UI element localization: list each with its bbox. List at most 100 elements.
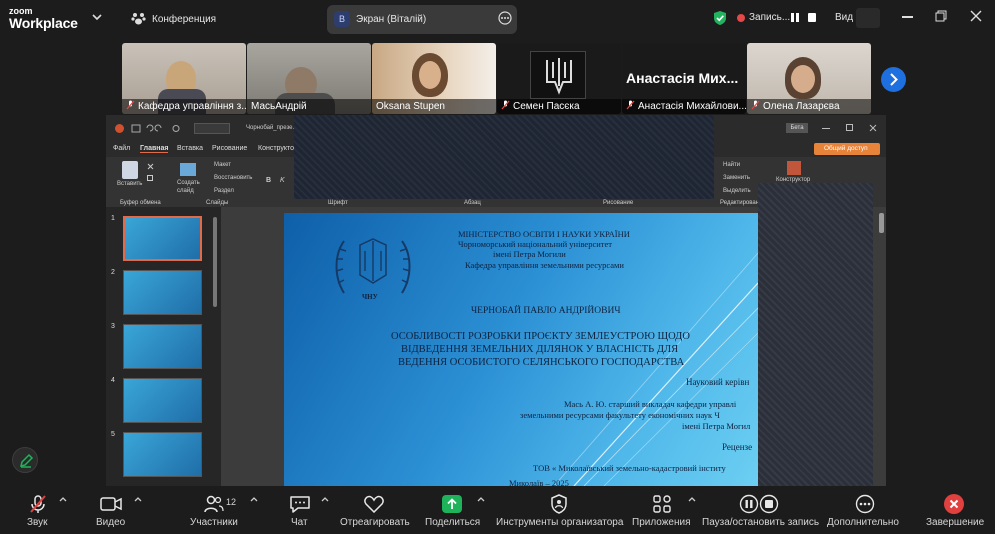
copy-icon[interactable]	[147, 175, 153, 181]
meeting-title[interactable]: Конференция	[152, 14, 216, 25]
thumbnail-scrollbar[interactable]	[213, 217, 217, 307]
current-slide[interactable]: ЧНУ МІНІСТЕРСТВО ОСВІТИ І НАУКИ УКРАЇНИ …	[284, 213, 758, 486]
replace-button[interactable]: Заменить	[723, 175, 750, 181]
select-button[interactable]: Выделить	[723, 188, 751, 194]
section-button[interactable]: Раздел	[214, 188, 234, 194]
screen-overlay-right-patch	[758, 183, 873, 486]
designer-icon[interactable]	[787, 161, 801, 175]
slide-number: 1	[111, 215, 115, 222]
layout-button[interactable]: Макет	[214, 162, 231, 168]
topic-line-2: ВІДВЕДЕННЯ ЗЕМЕЛЬНИХ ДІЛЯНОК У ВЛАСНІСТЬ…	[401, 344, 679, 355]
next-participants-chevron-icon[interactable]	[881, 67, 906, 92]
slide-scrollbar[interactable]	[879, 213, 884, 233]
chat-button[interactable]: Чат	[286, 486, 314, 534]
window-close-icon[interactable]	[970, 10, 982, 22]
chat-options-caret-icon[interactable]	[321, 495, 329, 503]
participant-name-label: Анастасія Михайлови...	[622, 99, 746, 114]
recording-label: Запись...	[749, 12, 791, 23]
video-button[interactable]: Видео	[92, 486, 132, 534]
ppt-file-title: Чорнобай_презе...	[246, 125, 298, 131]
chat-bubble-icon	[289, 494, 311, 514]
window-minimize-icon[interactable]	[902, 16, 913, 18]
ministry-line: МІНІСТЕРСТВО ОСВІТИ І НАУКИ УКРАЇНИ	[458, 229, 630, 239]
bold-button[interactable]: B	[266, 177, 271, 184]
participant-tile[interactable]: Олена Лазарєва	[747, 43, 871, 114]
powerpoint-logo-icon	[115, 124, 124, 133]
slide-thumbnail[interactable]	[123, 270, 202, 315]
apps-options-caret-icon[interactable]	[688, 495, 696, 503]
participants-icon	[204, 495, 224, 513]
host-tools-label: Инструменты организатора	[496, 517, 624, 528]
reactions-button[interactable]: Отреагировать	[340, 486, 410, 534]
new-slide-button-label[interactable]: Создать слайд	[177, 179, 203, 195]
reset-button[interactable]: Восстановить	[214, 175, 252, 181]
participant-tile[interactable]: МасьАндрій	[247, 43, 371, 114]
view-grid-icon[interactable]	[856, 8, 880, 28]
pause-stop-recording-label: Пауза/остановить запись	[702, 517, 820, 528]
apps-button[interactable]: Приложения	[630, 486, 694, 534]
topic-line-1: ОСОБЛИВОСТІ РОЗРОБКИ ПРОЄКТУ ЗЕМЛЕУСТРОЮ…	[391, 331, 690, 342]
view-menu[interactable]: Вид	[835, 12, 853, 23]
ppt-restore-icon[interactable]	[846, 124, 853, 131]
participants-options-caret-icon[interactable]	[250, 495, 258, 503]
participant-tile[interactable]: Анастасія Мих... Анастасія Михайлови...	[622, 43, 746, 114]
tab-insert[interactable]: Вставка	[177, 145, 203, 152]
quick-access-toolbar[interactable]	[131, 123, 191, 134]
font-size-box[interactable]	[194, 123, 230, 134]
clipboard-group-label: Буфер обмена	[120, 200, 161, 206]
participant-name-label: Олена Лазарєва	[747, 99, 871, 114]
participants-button[interactable]: 12 Участники	[188, 486, 240, 534]
cut-icon[interactable]	[147, 163, 154, 170]
participant-tile[interactable]: Семен Пасєка	[497, 43, 621, 114]
video-label: Видео	[96, 517, 126, 528]
ppt-minimize-icon[interactable]	[822, 128, 830, 129]
participant-tile[interactable]: Oksana Stupen	[372, 43, 496, 114]
share-options-caret-icon[interactable]	[477, 495, 485, 503]
tab-file[interactable]: Файл	[113, 145, 130, 152]
recording-pause-icon[interactable]	[790, 12, 800, 23]
new-slide-icon[interactable]	[180, 163, 196, 176]
stop-recording-icon	[759, 494, 779, 514]
pause-stop-recording-button[interactable]: Пауза/остановить запись	[702, 486, 820, 534]
city-year: Миколаїв – 2025	[509, 478, 569, 486]
host-tools-button[interactable]: Инструменты организатора	[496, 486, 624, 534]
slide-thumbnail[interactable]	[123, 324, 202, 369]
window-restore-icon[interactable]	[935, 10, 947, 22]
tab-draw[interactable]: Рисование	[212, 145, 247, 152]
more-button[interactable]: Дополнительно	[826, 486, 902, 534]
paste-icon[interactable]	[122, 161, 138, 179]
annotate-pencil-icon[interactable]	[12, 447, 38, 473]
mic-muted-icon	[501, 100, 510, 110]
participant-tile[interactable]: Кафедра управління з...	[122, 43, 246, 114]
screen-share-label: Экран (Віталій)	[356, 14, 427, 25]
end-meeting-label: Завершение	[926, 517, 985, 528]
app-menu-chevron-icon[interactable]	[92, 13, 102, 21]
find-button[interactable]: Найти	[723, 162, 740, 168]
tab-design[interactable]: Конструктор	[258, 145, 298, 152]
share-access-button[interactable]: Общий доступ	[814, 143, 880, 155]
share-screen-icon	[442, 495, 462, 513]
drawing-group-label: Рисование	[603, 200, 634, 206]
department-line: Кафедра управління земельними ресурсами	[465, 260, 624, 270]
slide-thumbnail[interactable]	[123, 378, 202, 423]
video-options-caret-icon[interactable]	[134, 495, 142, 503]
slide-thumbnail[interactable]	[123, 432, 202, 477]
microphone-muted-icon	[28, 494, 48, 514]
audio-options-caret-icon[interactable]	[59, 495, 67, 503]
end-meeting-button[interactable]: Завершение	[924, 486, 984, 534]
share-options-more-icon[interactable]	[498, 11, 512, 25]
meeting-toolbar: Звук Видео 12 Участники Чат Отреагироват…	[0, 486, 995, 534]
audio-button[interactable]: Звук	[14, 486, 62, 534]
paste-button-label[interactable]: Вставить	[117, 181, 142, 187]
italic-button[interactable]: K	[280, 177, 285, 184]
more-options-icon	[855, 494, 875, 514]
recording-stop-icon[interactable]	[807, 12, 817, 23]
slide-thumbnail[interactable]	[123, 216, 202, 261]
font-group-label: Шрифт	[328, 200, 348, 206]
slides-group-label: Слайды	[206, 200, 229, 206]
security-shield-icon[interactable]	[713, 10, 727, 26]
share-screen-button[interactable]: Поделиться	[424, 486, 480, 534]
tab-home[interactable]: Главная	[140, 145, 169, 153]
ppt-close-icon[interactable]	[869, 124, 877, 132]
participant-name-label: Oksana Stupen	[372, 99, 496, 114]
